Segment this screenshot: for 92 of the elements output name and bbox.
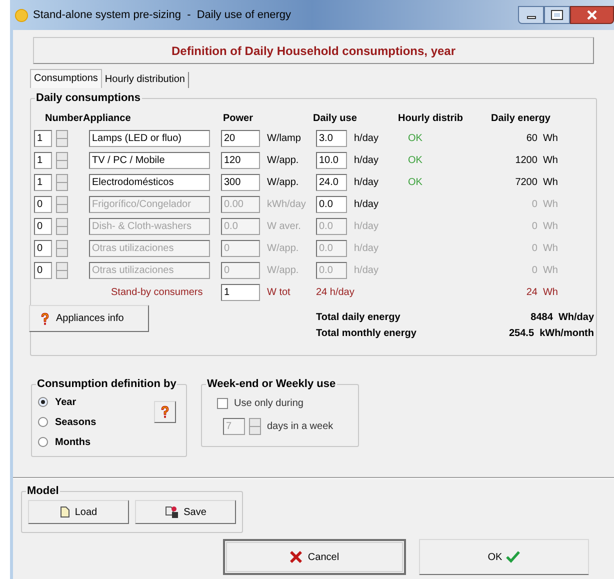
help-button[interactable] <box>154 401 176 423</box>
daily-energy-value: 0 Wh <box>532 242 558 256</box>
daily-energy-value: 7200 Wh <box>515 176 558 190</box>
cross-icon <box>290 551 302 563</box>
spin-buttons[interactable] <box>56 152 68 168</box>
power-unit: W tot <box>267 286 290 300</box>
spin-buttons[interactable] <box>56 196 68 212</box>
question-icon <box>160 405 170 419</box>
radio-label: Year <box>55 396 76 410</box>
total-value: 254.5 kWh/month <box>508 326 594 340</box>
spin-buttons[interactable] <box>56 218 68 234</box>
power-unit: W/app. <box>267 154 299 168</box>
daily-use-unit: h/day <box>354 242 378 256</box>
tab[interactable]: Consumptions <box>30 69 102 88</box>
power-unit: kWh/day <box>267 198 306 212</box>
header-title: Definition of Daily Household consumptions, year <box>171 42 456 60</box>
column-header: Power <box>223 112 254 124</box>
appliance-field[interactable]: TV / PC / Mobile <box>89 152 210 168</box>
radio-button[interactable] <box>38 397 48 407</box>
total-label: Total daily energy <box>316 310 402 324</box>
hourly-distrib-status: OK <box>408 176 422 188</box>
total-value: 8484 Wh/day <box>530 310 594 324</box>
daily-use-unit: h/day <box>354 132 378 146</box>
appliance-field[interactable]: Lamps (LED or fluo) <box>89 130 210 146</box>
power-field[interactable]: 20 <box>221 130 260 146</box>
daily-use-field[interactable]: 3.0 <box>316 130 347 146</box>
document-disk-icon <box>164 506 179 518</box>
power-unit: W aver. <box>267 220 301 234</box>
sun-icon <box>15 8 28 22</box>
hourly-distrib-status: OK <box>408 132 422 144</box>
close-button[interactable] <box>570 6 614 24</box>
column-header: Hourly distrib <box>398 112 464 124</box>
number-field[interactable]: 1 <box>34 174 52 190</box>
power-unit: W/app. <box>267 264 299 278</box>
minimize-button[interactable] <box>518 6 544 24</box>
spin-buttons[interactable] <box>56 240 68 256</box>
spin-buttons[interactable] <box>249 418 261 435</box>
daily-use-unit: h/day <box>354 220 378 234</box>
question-icon <box>40 312 50 326</box>
spin-buttons[interactable] <box>56 262 68 278</box>
daily-use-unit: h/day <box>354 154 378 168</box>
daily-energy-value: 24 Wh <box>526 286 558 300</box>
daily-use-unit: h/day <box>354 176 378 190</box>
daily-use-unit: h/day <box>354 198 378 212</box>
checkmark-icon <box>506 551 520 563</box>
tab[interactable]: Hourly distribution <box>102 72 189 88</box>
group-title: Daily consumptions <box>35 91 142 105</box>
standby-daily-use: 24 h/day <box>316 286 354 298</box>
cancel-button[interactable]: Cancel <box>223 539 406 575</box>
days-label: days in a week <box>267 420 334 434</box>
checkbox-label: Use only during <box>234 397 304 411</box>
number-field[interactable]: 1 <box>34 130 52 146</box>
power-unit: W/app. <box>267 176 299 190</box>
ok-button[interactable]: OK <box>419 539 589 575</box>
document-icon <box>60 506 70 518</box>
power-unit: W/app. <box>267 242 299 256</box>
power-unit: W/lamp <box>267 132 301 146</box>
daily-energy-value: 60 Wh <box>526 132 558 146</box>
load-button[interactable]: Load <box>28 500 129 524</box>
power-field[interactable]: 120 <box>221 152 260 168</box>
column-header: Daily use <box>313 112 357 124</box>
maximize-button[interactable] <box>544 6 570 24</box>
radio-label: Months <box>55 436 91 450</box>
radio-label: Seasons <box>55 416 96 430</box>
column-header: Daily energy <box>491 112 550 124</box>
checkbox[interactable] <box>217 398 228 409</box>
daily-energy-value: 0 Wh <box>532 220 558 234</box>
daily-use-field[interactable]: 10.0 <box>316 152 347 168</box>
radio-button[interactable] <box>38 437 48 447</box>
hourly-distrib-status: OK <box>408 154 422 166</box>
daily-use-field[interactable]: 24.0 <box>316 174 347 190</box>
appliances-info-button[interactable]: Appliances info <box>29 305 149 332</box>
group-title: Consumption definition by <box>36 377 178 391</box>
close-icon <box>587 10 597 20</box>
save-button[interactable]: Save <box>135 500 236 524</box>
daily-use-unit: h/day <box>354 264 378 278</box>
column-header: Appliance <box>83 112 131 124</box>
standby-label: Stand-by consumers <box>111 286 203 298</box>
daily-energy-value: 0 Wh <box>532 264 558 278</box>
radio-button[interactable] <box>38 417 48 427</box>
group-title: Week-end or Weekly use <box>206 377 337 391</box>
spin-buttons[interactable] <box>56 130 68 146</box>
number-field[interactable]: 1 <box>34 152 52 168</box>
window-title: Stand-alone system pre-sizing - Daily use of energy <box>33 8 292 23</box>
daily-energy-value: 1200 Wh <box>515 154 558 168</box>
standby-power-field[interactable]: 1 <box>221 284 260 300</box>
power-field[interactable]: 300 <box>221 174 260 190</box>
appliance-field[interactable]: Electrodomésticos <box>89 174 210 190</box>
column-header: Number <box>45 112 83 124</box>
daily-energy-value: 0 Wh <box>532 198 558 212</box>
total-label: Total monthly energy <box>316 326 418 340</box>
spin-buttons[interactable] <box>56 174 68 190</box>
